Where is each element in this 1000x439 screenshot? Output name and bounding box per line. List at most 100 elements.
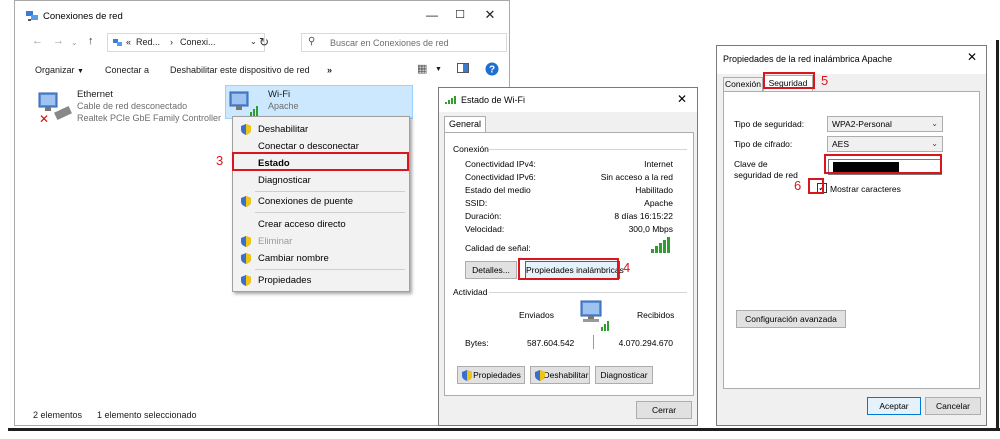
close-icon[interactable]: ✕ (967, 50, 977, 64)
cancel-button[interactable]: Cancelar (925, 397, 981, 415)
view-dropdown-icon[interactable]: ▼ (435, 66, 442, 73)
wifi-ssid: Apache (268, 101, 299, 111)
shield-icon (241, 253, 251, 264)
close-button[interactable]: Cerrar (636, 401, 692, 419)
signal-quality-label: Calidad de señal: (465, 243, 531, 253)
properties-button[interactable]: Propiedades (457, 366, 525, 384)
ipv6-value: Sin acceso a la red (600, 172, 673, 182)
wifi-connection-item[interactable]: Wi-Fi Apache (225, 85, 413, 119)
address-dropdown-icon[interactable]: ⌄ (250, 37, 257, 46)
step-label-3: 3 (216, 153, 224, 168)
wireless-properties-dialog: Propiedades de la red inalámbrica Apache… (716, 45, 987, 426)
shadow-line-right (996, 40, 999, 430)
more-commands-button[interactable]: » (327, 65, 332, 75)
ipv4-label: Conectividad IPv4: (465, 159, 536, 169)
close-icon[interactable]: ✕ (677, 92, 687, 106)
address-segment-conexiones[interactable]: Conexi... (180, 37, 216, 47)
shield-icon (241, 236, 251, 247)
activity-divider (593, 335, 594, 349)
tab-conexion[interactable]: Conexión (723, 77, 763, 92)
menu-item-conectar[interactable]: Conectar o desconectar (258, 141, 359, 152)
highlight-network-key (824, 154, 942, 174)
details-button[interactable]: Detalles... (465, 261, 517, 279)
security-type-value: WPA2-Personal (832, 119, 892, 129)
tab-general[interactable]: General (444, 116, 486, 133)
address-segment-red[interactable]: Red... (136, 37, 160, 47)
security-panel: Tipo de seguridad: WPA2-Personal ⌄ Tipo … (723, 91, 980, 389)
menu-separator (255, 269, 405, 270)
highlight-wireless-properties (518, 258, 619, 280)
group-divider (489, 149, 687, 150)
accept-button[interactable]: Aceptar (867, 397, 921, 415)
network-connections-icon (26, 11, 38, 21)
group-connection-label: Conexión (453, 144, 489, 154)
window-title: Conexiones de red (43, 11, 123, 22)
refresh-icon[interactable]: ↻ (259, 35, 269, 49)
disable-button[interactable]: Deshabilitar (530, 366, 590, 384)
ethernet-name: Ethernet (77, 89, 113, 100)
cipher-type-value: AES (832, 139, 850, 149)
speed-value: 300,0 Mbps (628, 224, 673, 234)
network-activity-icon (580, 300, 609, 331)
disable-button-label: Deshabilitar (543, 370, 589, 380)
dialog-title: Estado de Wi-Fi (461, 95, 526, 105)
diagnose-button[interactable]: Diagnosticar (595, 366, 653, 384)
menu-item-crear-acceso[interactable]: Crear acceso directo (258, 219, 346, 230)
security-type-label: Tipo de seguridad: (734, 119, 805, 129)
address-bar[interactable]: « Red... › Conexi... ⌄ (107, 33, 265, 52)
context-menu: Deshabilitar Conectar o desconectar Esta… (232, 116, 410, 292)
cipher-type-select[interactable]: AES ⌄ (827, 136, 943, 152)
network-icon (113, 39, 122, 46)
search-placeholder: Buscar en Conexiones de red (330, 38, 449, 48)
security-type-select[interactable]: WPA2-Personal ⌄ (827, 116, 943, 132)
chevron-down-icon: ⌄ (931, 119, 938, 128)
maximize-icon[interactable]: ☐ (447, 6, 473, 24)
preview-pane-icon[interactable] (457, 63, 469, 75)
received-label: Recibidos (637, 310, 675, 320)
sent-label: Enviados (519, 310, 554, 320)
chevron-down-icon: ⌄ (931, 139, 938, 148)
advanced-settings-button[interactable]: Configuración avanzada (736, 310, 846, 328)
status-selected-count: 1 elemento seleccionado (97, 410, 197, 420)
step-label-4: 4 (623, 260, 631, 275)
title-bar: Conexiones de red — ☐ ✕ (15, 1, 509, 31)
menu-item-propiedades[interactable]: Propiedades (258, 275, 311, 286)
shield-icon (241, 124, 251, 135)
organize-button[interactable]: Organizar ▼ (35, 65, 84, 75)
svg-text:✕: ✕ (39, 112, 49, 125)
menu-item-conexiones-puente[interactable]: Conexiones de puente (258, 196, 353, 207)
minimize-icon[interactable]: — (419, 6, 445, 24)
address-separator-icon: › (170, 37, 173, 47)
wifi-name: Wi-Fi (268, 89, 291, 100)
address-prefix: « (126, 37, 132, 47)
dropdown-caret-icon: ▼ (77, 68, 84, 75)
ipv6-label: Conectividad IPv6: (465, 172, 536, 182)
search-input[interactable]: ⚲ Buscar en Conexiones de red (301, 33, 507, 52)
view-options-icon[interactable]: ▦ (417, 62, 427, 75)
duration-label: Duración: (465, 211, 502, 221)
back-arrow-icon[interactable]: ← (32, 35, 43, 47)
disable-device-button[interactable]: Deshabilitar este dispositivo de red (170, 65, 310, 75)
shadow-line-bottom (8, 428, 1000, 431)
menu-separator (255, 191, 405, 192)
help-icon[interactable]: ? (485, 62, 499, 78)
close-icon[interactable]: ✕ (477, 6, 503, 24)
menu-item-diagnosticar[interactable]: Diagnosticar (258, 175, 311, 186)
connect-to-button[interactable]: Conectar a (105, 65, 149, 75)
shield-icon (241, 275, 251, 286)
search-icon: ⚲ (308, 36, 316, 47)
ethernet-connection-item[interactable]: ✕ Ethernet Cable de red desconectado Rea… (33, 87, 233, 127)
recent-chevron-icon[interactable]: ⌄ (71, 38, 78, 47)
bytes-received-value: 4.070.294.670 (618, 338, 673, 348)
up-arrow-icon[interactable]: ↑ (88, 35, 94, 47)
menu-item-cambiar-nombre[interactable]: Cambiar nombre (258, 253, 329, 264)
media-state-value: Habilitado (635, 185, 673, 195)
bytes-sent-value: 587.604.542 (527, 338, 575, 348)
dialog-title: Propiedades de la red inalámbrica Apache (723, 54, 893, 64)
menu-item-deshabilitar[interactable]: Deshabilitar (258, 124, 308, 135)
properties-button-label: Propiedades (473, 370, 521, 380)
forward-arrow-icon[interactable]: → (53, 35, 64, 47)
menu-item-eliminar: Eliminar (258, 236, 293, 247)
highlight-security-tab (763, 72, 815, 89)
dialog-title-bar: Estado de Wi-Fi ✕ (439, 88, 697, 112)
